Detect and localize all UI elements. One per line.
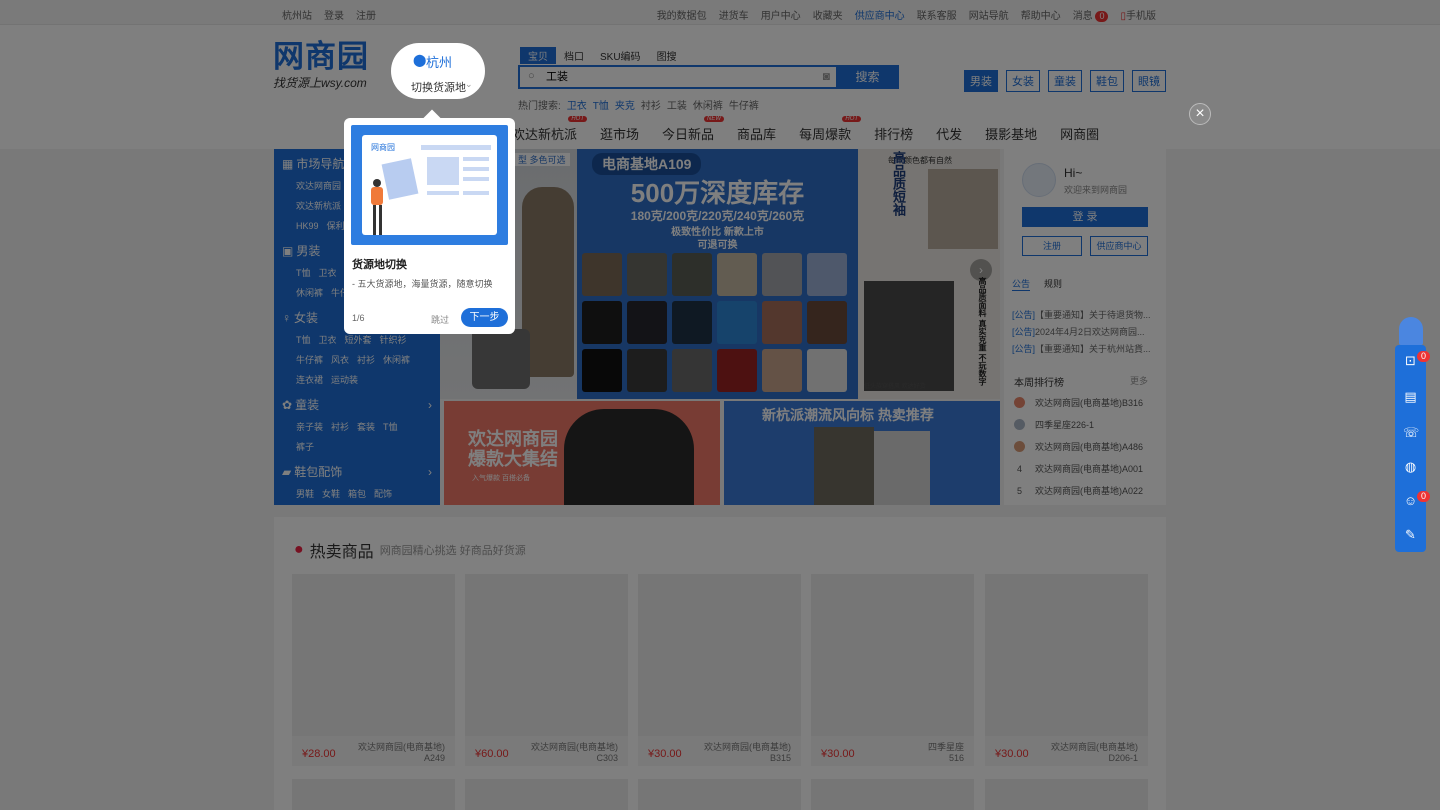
phone-icon[interactable]: ☏ — [1403, 425, 1419, 440]
mascot-chat-icon[interactable]: ☺ — [1403, 493, 1418, 508]
location-pin-icon: ⬤ — [413, 53, 427, 67]
location-switcher[interactable]: ⬤ 杭州 切换货源地 ⌄ — [391, 43, 485, 99]
chevron-down-icon: ⌄ — [465, 79, 473, 89]
location-city: 杭州 — [426, 55, 453, 70]
guide-next-button[interactable]: 下一步 — [461, 308, 508, 327]
guide-overlay-mask[interactable] — [0, 0, 1440, 810]
clipboard-icon[interactable]: ▤ — [1403, 389, 1418, 404]
mascot-icon — [1399, 317, 1423, 345]
close-guide-button[interactable]: × — [1189, 103, 1211, 125]
guide-step-counter: 1/6 — [352, 313, 365, 323]
cart-icon[interactable]: ⊡ — [1403, 353, 1418, 368]
chat-count-badge: 0 — [1417, 491, 1431, 502]
edit-icon[interactable]: ✎ — [1403, 527, 1418, 542]
guide-title: 货源地切换 — [352, 259, 407, 271]
guide-description: - 五大货源地，海量货源，随意切换 — [352, 279, 493, 289]
illustration-brand: 网商园 — [371, 143, 395, 152]
guide-popover: 网商园 货源地切换 - 五大货源地，海量货源，随意切换 1/6 跳过 下一步 — [344, 109, 515, 334]
floating-toolbar: ⊡ 0 ▤ ☏ ◍ ☺ 0 ✎ — [1395, 317, 1431, 552]
wechat-icon[interactable]: ◍ — [1403, 459, 1418, 474]
location-switch-label: 切换货源地 — [411, 82, 466, 94]
close-icon: × — [1195, 105, 1205, 122]
guide-illustration: 网商园 — [351, 125, 508, 245]
cart-count-badge: 0 — [1417, 351, 1431, 362]
guide-skip-button[interactable]: 跳过 — [431, 313, 449, 326]
